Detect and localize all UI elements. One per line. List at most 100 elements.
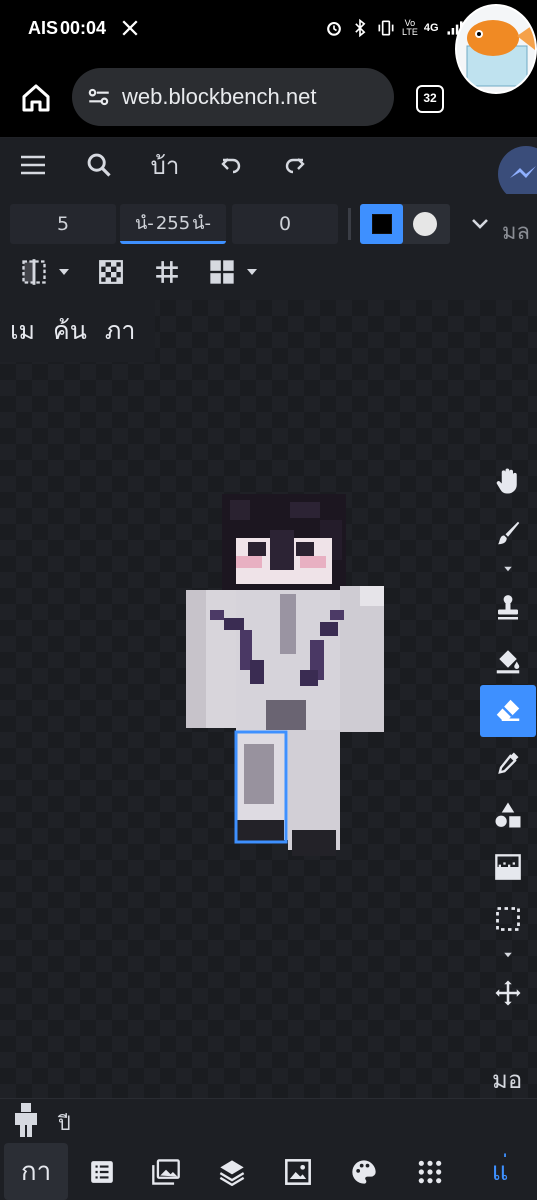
nav-tab-layers[interactable]: [208, 1143, 256, 1200]
brush-options-toggle[interactable]: [480, 559, 536, 579]
list-icon: [91, 1160, 113, 1183]
carrier-label: AIS: [28, 18, 59, 38]
nav-tab-list[interactable]: [78, 1143, 126, 1200]
url-text: web.blockbench.net: [122, 84, 317, 109]
status-label: ปี: [58, 1111, 71, 1135]
selection-options-toggle[interactable]: [480, 945, 536, 965]
viewport-tab-3[interactable]: ภา: [105, 311, 136, 351]
gradient-icon: [495, 854, 521, 880]
clock: 00:04: [60, 18, 107, 38]
goldfish-avatar-image: [466, 20, 535, 87]
paint-bucket-icon: [496, 650, 520, 674]
selection-tool[interactable]: [480, 893, 536, 945]
paintbrush-icon: [498, 521, 520, 545]
hand-icon: [496, 468, 517, 494]
opacity-prefix: นํ-: [135, 213, 154, 234]
grid-view-icon: [210, 260, 234, 284]
tool-options-bar: 5 นํ- 255 นํ- 0 มล: [0, 194, 537, 300]
nav-tab-textures[interactable]: [142, 1143, 190, 1200]
nav-tab-more[interactable]: [406, 1143, 454, 1200]
opacity-suffix: นํ-: [192, 213, 211, 234]
hamburger-icon: [21, 155, 45, 175]
grid-hash-icon: [156, 261, 178, 283]
volte-label: Vo LTE: [402, 19, 418, 37]
chevron-down-icon[interactable]: [468, 212, 492, 236]
url-bar[interactable]: web.blockbench.net: [72, 68, 394, 126]
hamburger-menu-button[interactable]: [16, 148, 50, 182]
move-arrows-icon: [495, 980, 521, 1006]
dropdown-arrow-icon: [504, 566, 512, 572]
pixel-grid-toggle[interactable]: [98, 256, 124, 288]
paint-viewport[interactable]: เม ค้น ภา มอ: [0, 300, 537, 1098]
move-layer-tool[interactable]: [480, 967, 536, 1019]
minecraft-skin-model[interactable]: [180, 490, 400, 870]
tab-switcher-button[interactable]: 32: [416, 85, 444, 113]
menu-item-mode[interactable]: บ้า: [140, 148, 190, 182]
secondary-color-button[interactable]: [413, 212, 437, 236]
picture-frame-icon: [285, 1158, 311, 1185]
player-figure-icon[interactable]: [14, 1103, 38, 1137]
primary-color-button[interactable]: [360, 204, 403, 244]
shapes-icon: [495, 802, 521, 828]
dropdown-arrow-icon: [59, 269, 69, 275]
fill-tool[interactable]: [480, 633, 536, 685]
shape-tool[interactable]: [480, 789, 536, 841]
status-left: AIS 00:04: [28, 18, 139, 39]
bottom-panel-nav: กา แ่: [0, 1143, 537, 1200]
dropdown-arrow-icon: [247, 269, 257, 275]
floating-avatar-bubble[interactable]: [455, 4, 537, 94]
redo-icon: [285, 158, 305, 174]
messenger-bubble-icon[interactable]: [492, 140, 537, 196]
color-picker-tool[interactable]: [480, 737, 536, 789]
grid-toggle[interactable]: [154, 256, 180, 288]
move-canvas-tool[interactable]: [480, 455, 536, 507]
viewport-header-tabs: เม ค้น ภา: [0, 300, 155, 362]
search-button[interactable]: [82, 148, 116, 182]
viewport-corner-label: มอ: [492, 1066, 523, 1094]
search-icon: [87, 153, 111, 177]
nav-tab-uv[interactable]: [274, 1143, 322, 1200]
eyedropper-icon: [498, 752, 519, 774]
eraser-icon: [496, 699, 520, 721]
brush-size-field[interactable]: 5: [10, 204, 116, 244]
redo-button[interactable]: [278, 148, 312, 182]
network-type: 4G: [423, 22, 439, 34]
vibrate-icon: [378, 20, 394, 36]
nav-tab-first[interactable]: กา: [4, 1143, 68, 1200]
viewport-tab-2[interactable]: ค้น: [53, 311, 87, 351]
selection-icon: [496, 907, 520, 931]
home-icon[interactable]: [20, 82, 52, 114]
opacity-value: 255: [155, 213, 191, 234]
palette-icon: [352, 1159, 376, 1184]
nav-tab-color[interactable]: [340, 1143, 388, 1200]
undo-icon: [221, 158, 241, 174]
layout-view-button[interactable]: [208, 256, 260, 288]
layers-icon: [219, 1159, 245, 1186]
nav-tab-edit-label: แ่: [491, 1157, 509, 1187]
primary-color-swatch: [372, 214, 392, 234]
alarm-icon: [327, 21, 341, 36]
undo-button[interactable]: [214, 148, 248, 182]
checkerboard-icon: [99, 260, 123, 284]
toolbar-separator: [348, 208, 351, 240]
eraser-tool[interactable]: [480, 685, 536, 737]
brush-tool[interactable]: [480, 507, 536, 559]
overflow-label: มล: [502, 220, 530, 245]
clone-stamp-tool[interactable]: [480, 581, 536, 633]
images-icon: [152, 1158, 180, 1185]
brush-opacity-field[interactable]: นํ- 255 นํ-: [120, 204, 226, 244]
apps-grid-icon: [418, 1160, 442, 1183]
nav-tab-edit[interactable]: แ่: [472, 1143, 528, 1200]
bottom-status-bar: ปี: [0, 1098, 537, 1143]
blockbench-menu-bar: บ้า: [0, 138, 537, 196]
stamp-icon: [498, 595, 518, 620]
dropdown-arrow-icon: [504, 952, 512, 958]
viewport-tab-1[interactable]: เม: [10, 311, 35, 351]
x-app-icon: [122, 20, 138, 36]
gradient-tool[interactable]: [480, 841, 536, 893]
brush-softness-field[interactable]: 0: [232, 204, 338, 244]
site-settings-icon[interactable]: [86, 84, 112, 110]
mirror-painting-button[interactable]: [20, 256, 72, 288]
color-slots: [360, 204, 450, 244]
mirror-icon: [22, 259, 46, 285]
